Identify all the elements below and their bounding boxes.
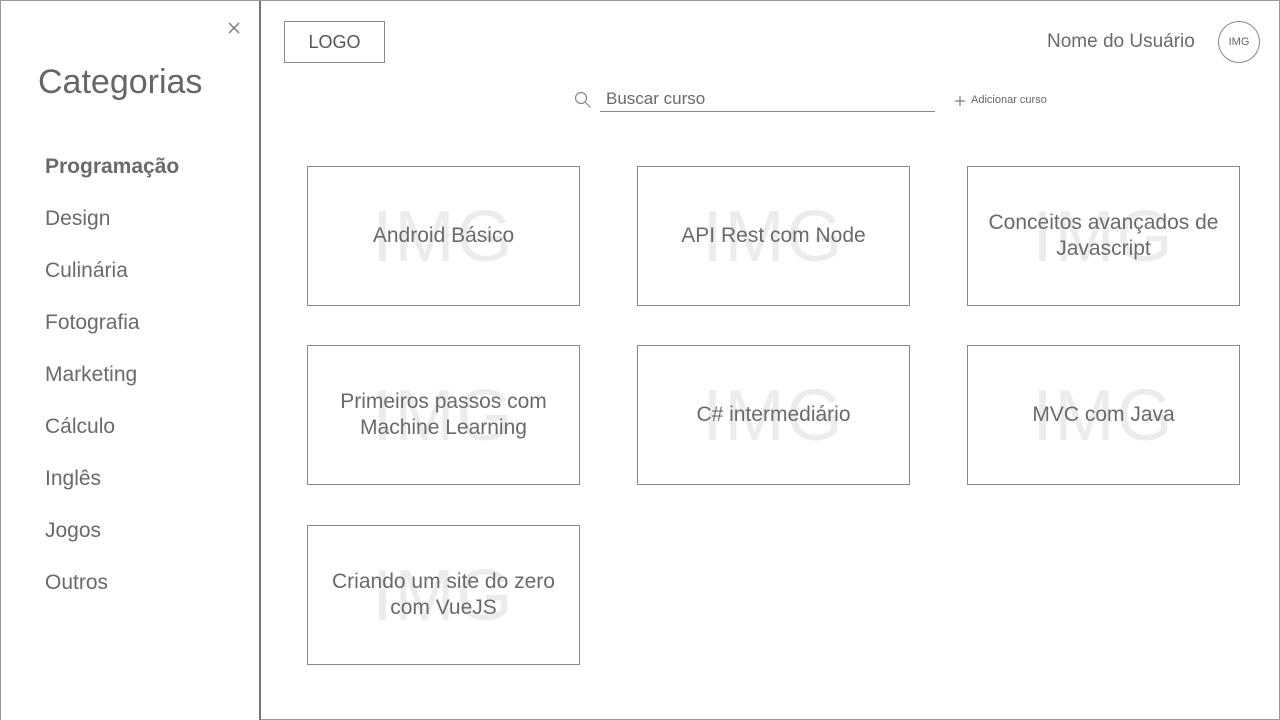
sidebar-title: Categorias bbox=[38, 63, 203, 101]
add-course-label: Adicionar curso bbox=[971, 94, 1047, 106]
sidebar-item-outros[interactable]: Outros bbox=[45, 567, 179, 619]
sidebar-item-design[interactable]: Design bbox=[45, 203, 179, 255]
category-sidebar: Categorias Programação Design Culinária … bbox=[1, 1, 261, 720]
page: Categorias Programação Design Culinária … bbox=[0, 0, 1280, 720]
course-card[interactable]: IMG MVC com Java bbox=[967, 345, 1240, 485]
close-icon bbox=[223, 17, 245, 39]
search-icon bbox=[574, 91, 592, 109]
course-card[interactable]: IMG API Rest com Node bbox=[637, 166, 910, 306]
course-title: Primeiros passos com Machine Learning bbox=[340, 390, 547, 439]
sidebar-item-ingles[interactable]: Inglês bbox=[45, 463, 179, 515]
course-card[interactable]: IMG Android Básico bbox=[307, 166, 580, 306]
course-card[interactable]: IMG C# intermediário bbox=[637, 345, 910, 485]
avatar[interactable]: IMG bbox=[1218, 21, 1260, 63]
sidebar-item-fotografia[interactable]: Fotografia bbox=[45, 307, 179, 359]
user-name[interactable]: Nome do Usuário bbox=[1047, 31, 1195, 53]
course-title: Android Básico bbox=[372, 224, 515, 247]
course-title: API Rest com Node bbox=[681, 224, 866, 247]
plus-icon bbox=[954, 94, 966, 106]
sidebar-item-calculo[interactable]: Cálculo bbox=[45, 411, 179, 463]
course-title: MVC com Java bbox=[1032, 403, 1175, 426]
category-list: Programação Design Culinária Fotografia … bbox=[45, 151, 179, 619]
course-title: Criando um site do zero com VueJS bbox=[332, 570, 555, 619]
close-sidebar-button[interactable] bbox=[223, 17, 245, 39]
course-card[interactable]: IMG Primeiros passos com Machine Learnin… bbox=[307, 345, 580, 485]
course-title: C# intermediário bbox=[696, 403, 851, 426]
sidebar-item-programacao[interactable]: Programação bbox=[45, 151, 179, 203]
course-card[interactable]: IMG Criando um site do zero com VueJS bbox=[307, 525, 580, 665]
search-input[interactable] bbox=[600, 87, 935, 112]
sidebar-item-culinaria[interactable]: Culinária bbox=[45, 255, 179, 307]
sidebar-item-marketing[interactable]: Marketing bbox=[45, 359, 179, 411]
logo[interactable]: LOGO bbox=[284, 21, 385, 63]
course-card[interactable]: IMG Conceitos avançados de Javascript bbox=[967, 166, 1240, 306]
add-course-button[interactable]: Adicionar curso bbox=[954, 94, 1047, 106]
sidebar-item-jogos[interactable]: Jogos bbox=[45, 515, 179, 567]
course-title: Conceitos avançados de Javascript bbox=[988, 211, 1219, 260]
